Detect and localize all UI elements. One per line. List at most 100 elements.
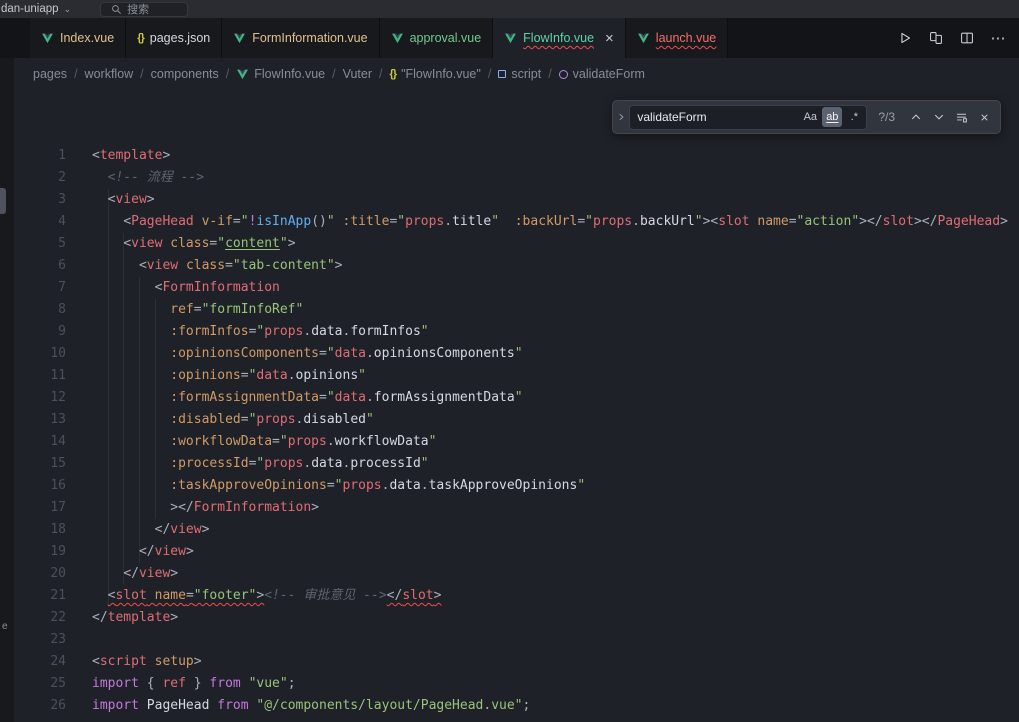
tab-label: approval.vue <box>410 31 482 45</box>
tab-pages.json[interactable]: {}pages.json <box>126 18 222 58</box>
tab-Index.vue[interactable]: Index.vue <box>30 18 126 58</box>
find-in-selection-button[interactable] <box>951 107 972 128</box>
find-options: Aaab.* <box>800 107 864 127</box>
code-line-9[interactable]: 9 :formInfos="props.data.formInfos" <box>0 321 1019 343</box>
find-input[interactable] <box>637 110 798 124</box>
vue-icon <box>236 68 249 81</box>
breadcrumb-separator: / <box>226 67 229 81</box>
more-actions-button[interactable]: ⋯ <box>987 27 1009 49</box>
breadcrumb-item-pages[interactable]: pages <box>33 67 67 81</box>
breadcrumb-separator: / <box>379 67 382 81</box>
vue-icon <box>637 32 650 45</box>
title-bar: dan-uniapp ⌄ 搜索 <box>0 0 1019 18</box>
tab-label: FormInformation.vue <box>252 31 367 45</box>
previous-match-button[interactable] <box>905 107 926 128</box>
sidebar-edge: e <box>0 58 14 722</box>
sidebar-drag-handle[interactable] <box>0 188 6 214</box>
breadcrumb-item--FlowInfo-vue-[interactable]: {} "FlowInfo.vue" <box>390 67 481 81</box>
line-content: :opinionsComponents="data.opinionsCompon… <box>92 343 523 365</box>
code-line-14[interactable]: 14 :workflowData="props.workflowData" <box>0 431 1019 453</box>
tab-FlowInfo.vue[interactable]: FlowInfo.vue × <box>493 18 626 58</box>
close-tab-button[interactable]: × <box>605 31 614 46</box>
code-line-18[interactable]: 18 </view> <box>0 519 1019 541</box>
vue-icon <box>233 32 246 45</box>
editor-group: e pages / workflow / components / FlowInfo.vue… <box>0 58 1019 722</box>
vue-icon <box>41 32 54 45</box>
editor-actions: ⋯ <box>894 18 1019 58</box>
braces-icon: {} <box>390 68 397 80</box>
chevron-down-icon: ⌄ <box>64 4 72 15</box>
code-line-24[interactable]: 24<script setup> <box>0 651 1019 673</box>
open-changes-button[interactable] <box>925 27 947 49</box>
match-case-toggle[interactable]: Aa <box>800 107 820 127</box>
sidebar-text-fragment: e <box>2 621 8 632</box>
breadcrumb-separator: / <box>332 67 335 81</box>
breadcrumb-item-workflow[interactable]: workflow <box>85 67 134 81</box>
code-line-21[interactable]: 21 <slot name="footer"><!-- 审批意见 --></sl… <box>0 585 1019 607</box>
line-content: <PageHead v-if="!isInApp()" :title="prop… <box>92 211 1008 233</box>
breadcrumb-item-FlowInfo-vue[interactable]: FlowInfo.vue <box>236 67 325 81</box>
code-line-13[interactable]: 13 :disabled="props.disabled" <box>0 409 1019 431</box>
toggle-replace-button[interactable] <box>613 101 629 133</box>
code-line-10[interactable]: 10 :opinionsComponents="data.opinionsCom… <box>0 343 1019 365</box>
breadcrumb-separator: / <box>74 67 77 81</box>
code-line-22[interactable]: 22</template> <box>0 607 1019 629</box>
code-line-19[interactable]: 19 </view> <box>0 541 1019 563</box>
line-content: ></FormInformation> <box>92 497 319 519</box>
code-line-4[interactable]: 4 <PageHead v-if="!isInApp()" :title="pr… <box>0 211 1019 233</box>
line-content: <!-- 流程 --> <box>92 167 204 189</box>
code-line-20[interactable]: 20 </view> <box>0 563 1019 585</box>
line-content: </template> <box>92 607 178 629</box>
code-line-8[interactable]: 8 ref="formInfoRef" <box>0 299 1019 321</box>
code-line-7[interactable]: 7 <FormInformation <box>0 277 1019 299</box>
breadcrumb-label: FlowInfo.vue <box>254 67 325 81</box>
regex-toggle[interactable]: .* <box>844 107 864 127</box>
breadcrumb: pages / workflow / components / FlowInfo.vue / V… <box>0 58 1019 90</box>
tab-FormInformation.vue[interactable]: FormInformation.vue <box>222 18 379 58</box>
tab-label: Index.vue <box>60 31 114 45</box>
project-name[interactable]: dan-uniapp <box>1 3 59 15</box>
whole-word-toggle[interactable]: ab <box>822 107 842 127</box>
breadcrumb-item-script[interactable]: script <box>498 67 541 81</box>
next-match-button[interactable] <box>928 107 949 128</box>
line-content: :processId="props.data.processId" <box>92 453 429 475</box>
code-line-23[interactable]: 23 <box>0 629 1019 651</box>
breadcrumb-item-validateForm[interactable]: validateForm <box>559 67 645 81</box>
code-line-6[interactable]: 6 <view class="tab-content"> <box>0 255 1019 277</box>
code-line-2[interactable]: 2 <!-- 流程 --> <box>0 167 1019 189</box>
tab-label: pages.json <box>150 31 210 45</box>
code-line-26[interactable]: 26import PageHead from "@/components/lay… <box>0 695 1019 717</box>
line-content: <FormInformation <box>92 277 280 299</box>
close-find-button[interactable] <box>974 107 995 128</box>
code-editor-window: { "titlebar": { "project": "dan-uniapp",… <box>0 0 1019 722</box>
breadcrumb-label: "FlowInfo.vue" <box>401 67 481 81</box>
breadcrumb-label: components <box>151 67 219 81</box>
code-line-1[interactable]: 1<template> <box>0 145 1019 167</box>
symbol-script-icon <box>498 70 506 78</box>
global-search-box[interactable]: 搜索 <box>100 2 188 17</box>
code-line-11[interactable]: 11 :opinions="data.opinions" <box>0 365 1019 387</box>
code-lines: 1<template>2 <!-- 流程 -->3 <view>4 <PageH… <box>0 145 1019 717</box>
breadcrumb-item-components[interactable]: components <box>151 67 219 81</box>
code-line-12[interactable]: 12 :formAssignmentData="data.formAssignm… <box>0 387 1019 409</box>
tab-launch.vue[interactable]: launch.vue <box>626 18 728 58</box>
code-line-16[interactable]: 16 :taskApproveOpinions="props.data.task… <box>0 475 1019 497</box>
line-content: :taskApproveOpinions="props.data.taskApp… <box>92 475 585 497</box>
line-content: import PageHead from "@/components/layou… <box>92 695 530 717</box>
code-line-3[interactable]: 3 <view> <box>0 189 1019 211</box>
line-content: import { ref } from "vue"; <box>92 673 296 695</box>
vue-icon <box>504 32 517 45</box>
tab-approval.vue[interactable]: approval.vue <box>380 18 494 58</box>
breadcrumb-item-Vuter[interactable]: Vuter <box>343 67 372 81</box>
breadcrumb-label: pages <box>33 67 67 81</box>
code-line-15[interactable]: 15 :processId="props.data.processId" <box>0 453 1019 475</box>
code-line-17[interactable]: 17 ></FormInformation> <box>0 497 1019 519</box>
run-button[interactable] <box>894 27 916 49</box>
code-line-25[interactable]: 25import { ref } from "vue"; <box>0 673 1019 695</box>
code-line-5[interactable]: 5 <view class="content"> <box>0 233 1019 255</box>
code-editor[interactable]: 1<template>2 <!-- 流程 -->3 <view>4 <PageH… <box>0 90 1019 722</box>
line-content: <template> <box>92 145 170 167</box>
tab-label: FlowInfo.vue <box>523 31 594 45</box>
line-content: <slot name="footer"><!-- 审批意见 --></slot> <box>92 585 441 607</box>
split-editor-button[interactable] <box>956 27 978 49</box>
